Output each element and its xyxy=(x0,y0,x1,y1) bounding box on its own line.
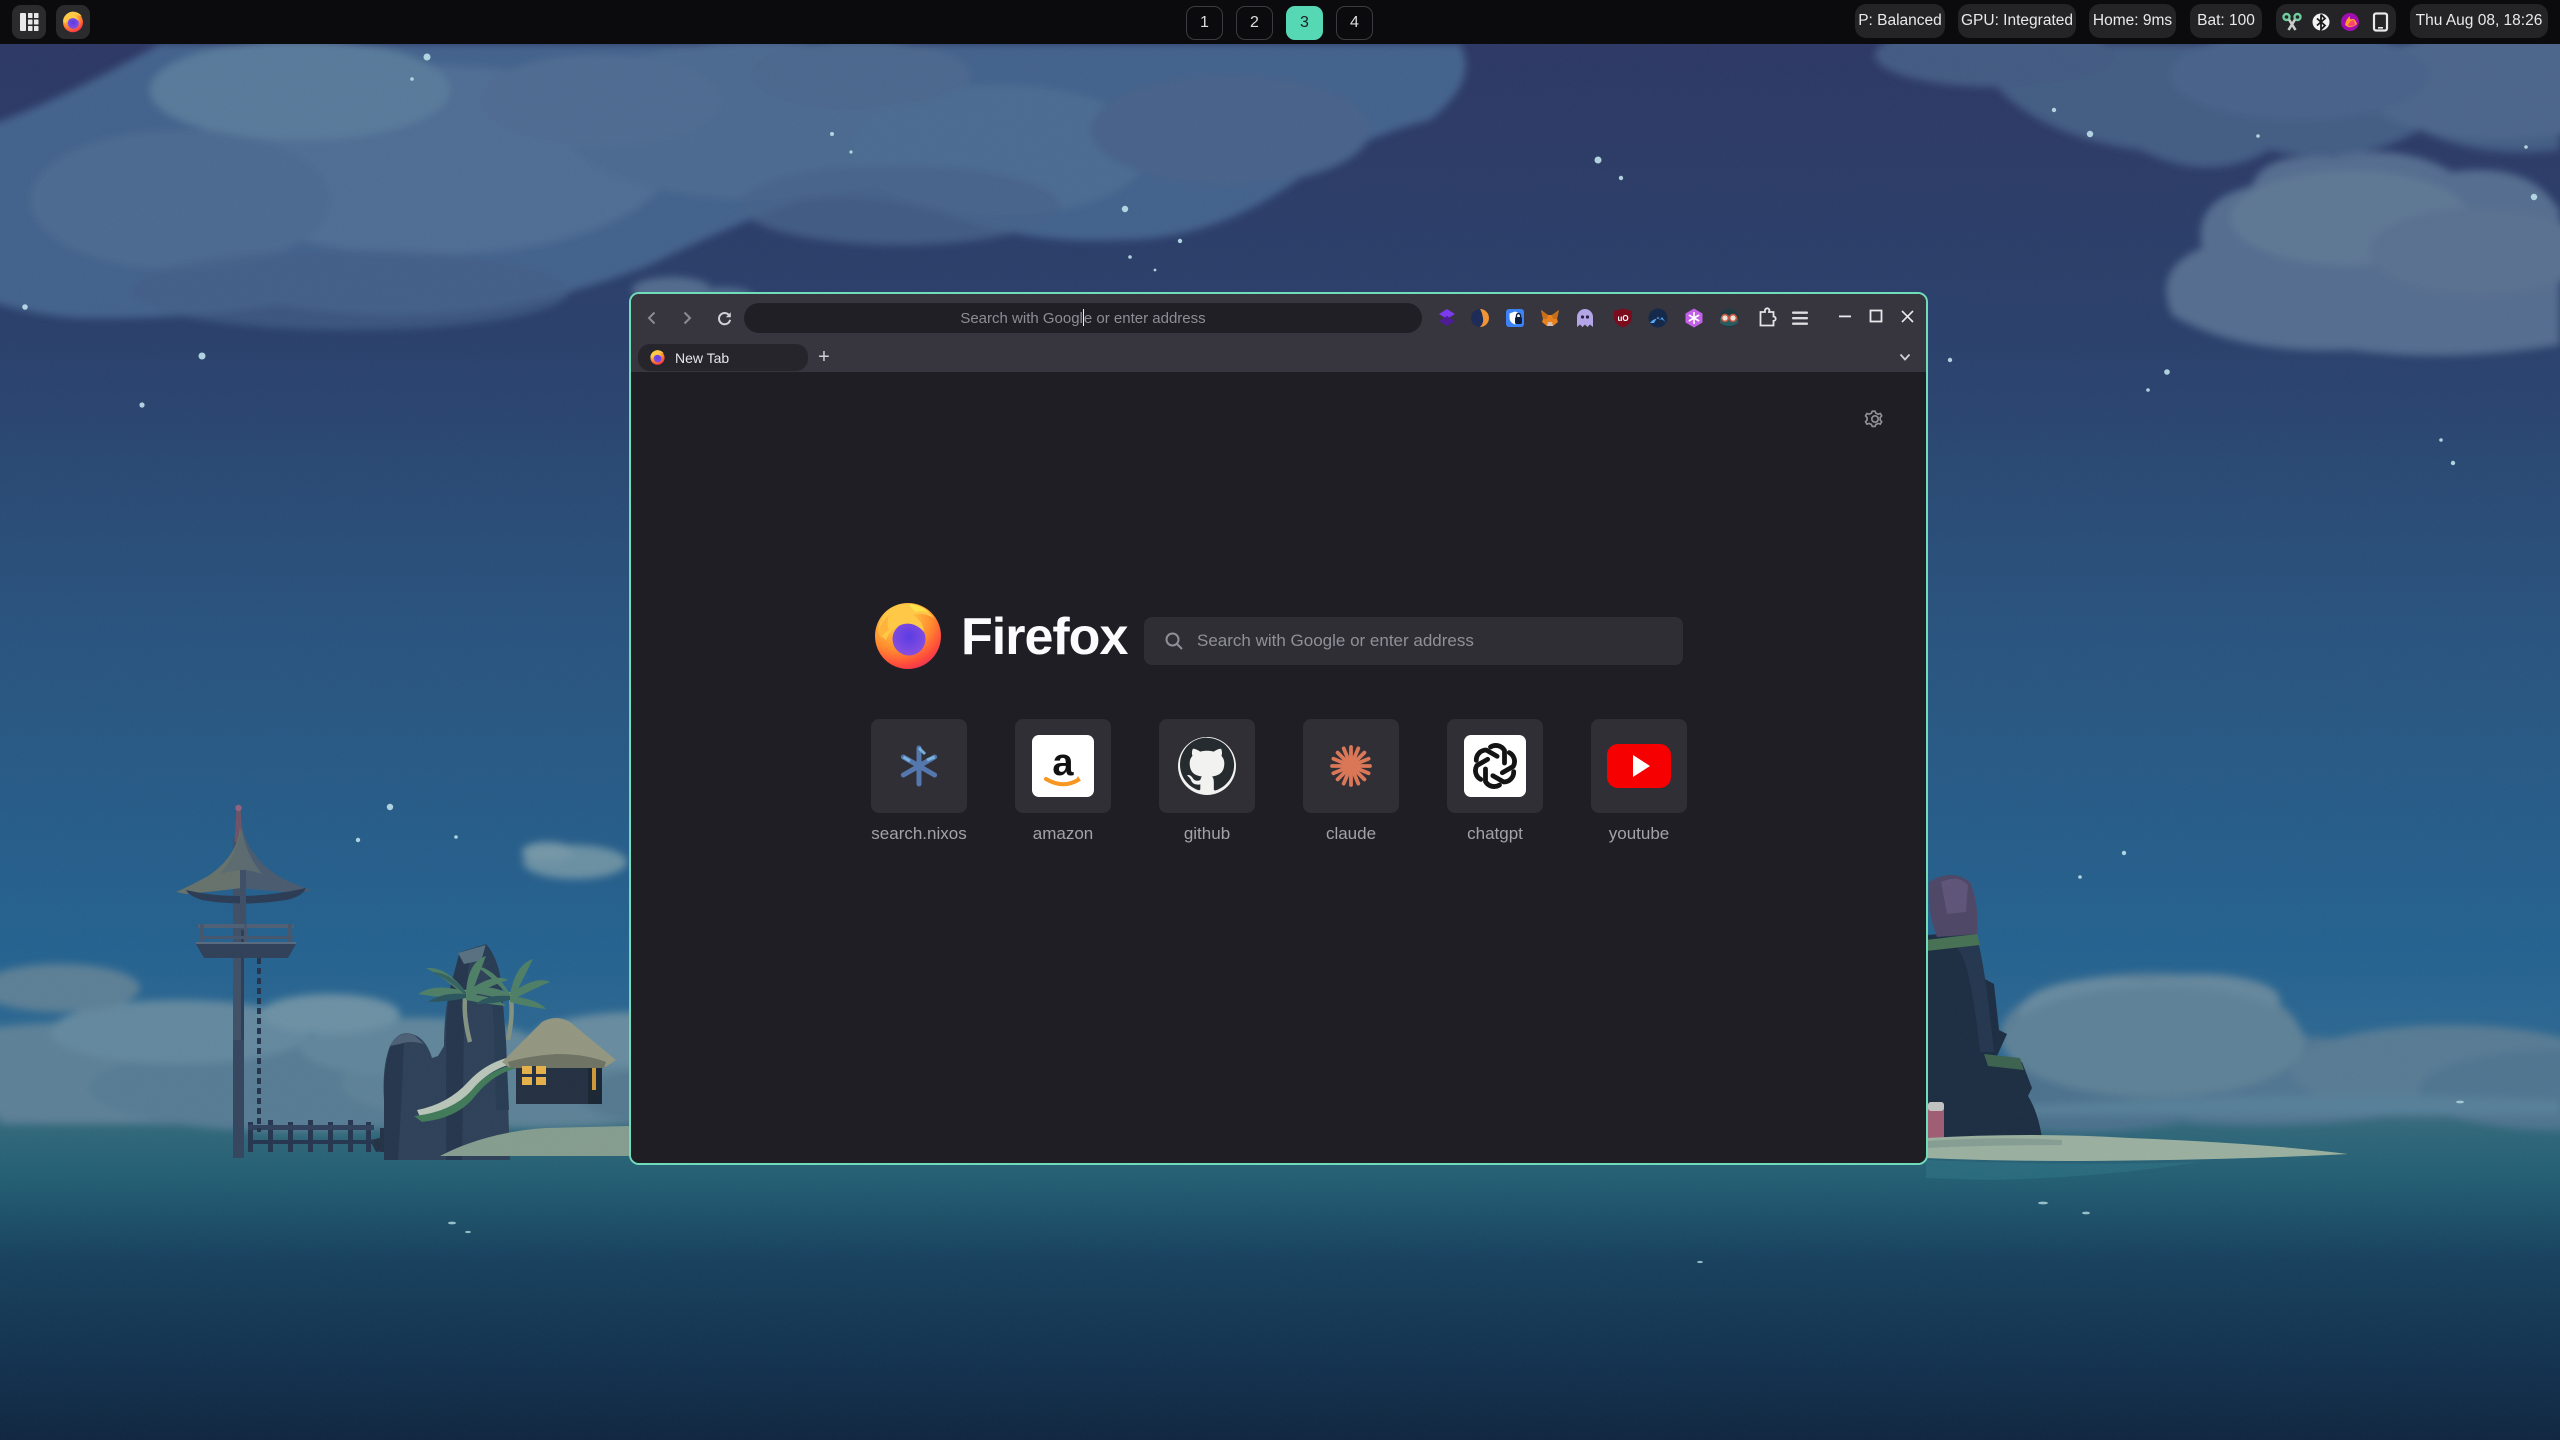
svg-text:uO: uO xyxy=(1617,314,1628,323)
svg-text:a: a xyxy=(1052,742,1074,784)
